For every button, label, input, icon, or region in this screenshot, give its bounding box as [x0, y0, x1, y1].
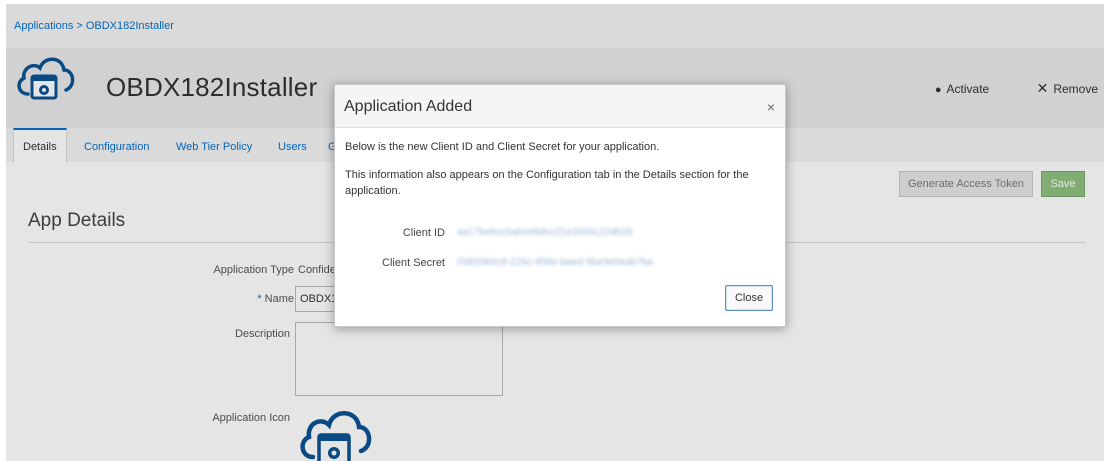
client-secret-value: 0382060c8-226c-456e-baed-5be3e0eab7ba [457, 257, 653, 268]
page: Applications > OBDX182Installer OBDX182I… [6, 4, 1104, 461]
application-added-dialog: Application Added × Below is the new Cli… [334, 84, 786, 327]
client-id-value: aa17bebcc5a0448dcc21e1b55c22db29 [457, 227, 633, 238]
close-icon[interactable]: × [767, 99, 775, 115]
dialog-message-1: Below is the new Client ID and Client Se… [345, 141, 660, 153]
dialog-header: Application Added × [335, 85, 785, 128]
dialog-title: Application Added [344, 98, 473, 115]
dialog-message-2: This information also appears on the Con… [345, 169, 749, 197]
close-button[interactable]: Close [725, 285, 773, 311]
client-secret-label: Client Secret [382, 257, 445, 269]
app-window: Applications > OBDX182Installer OBDX182I… [6, 4, 1104, 461]
client-id-label: Client ID [402, 227, 445, 239]
